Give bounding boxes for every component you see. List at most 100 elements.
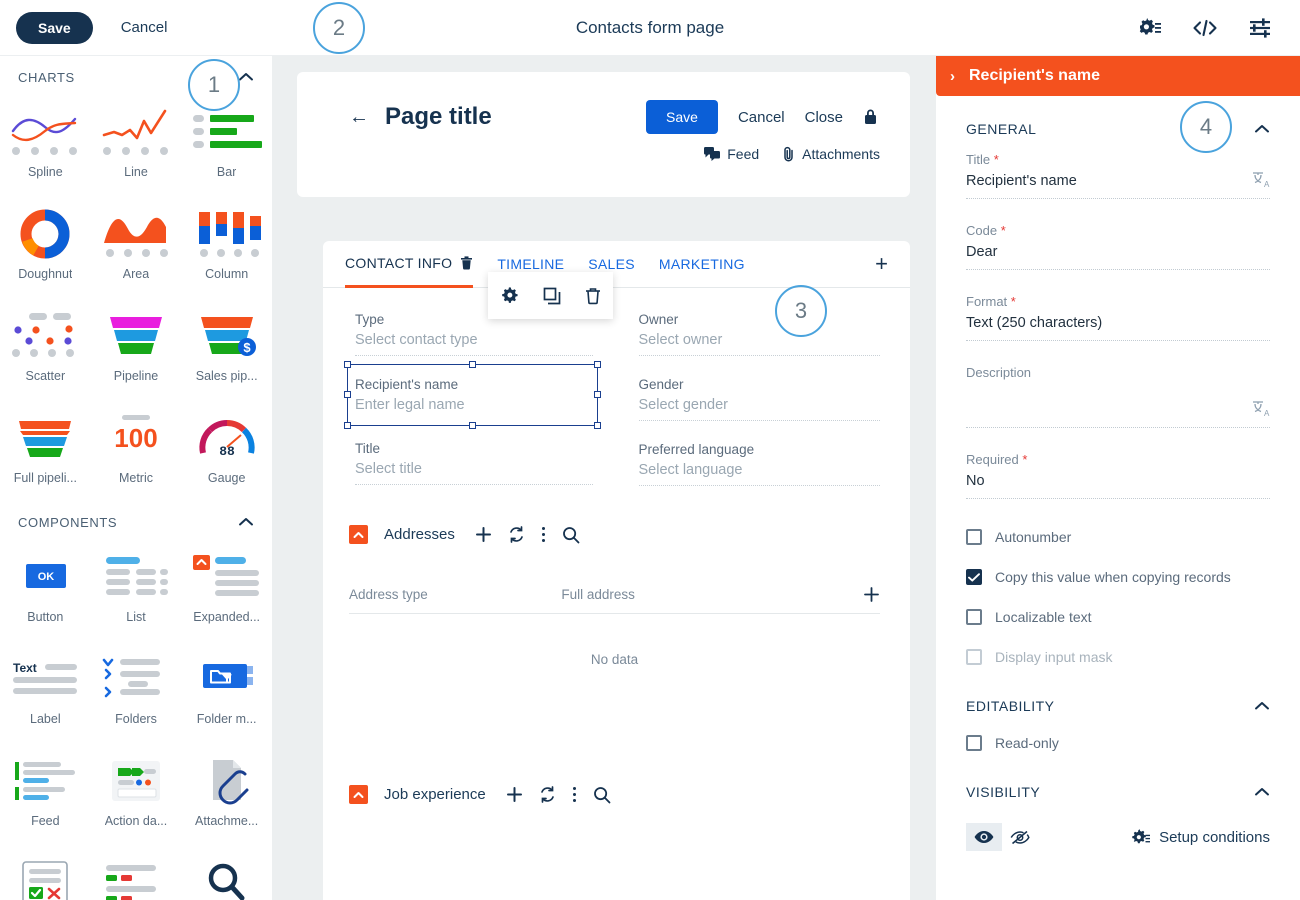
resize-handle-ne[interactable] xyxy=(594,361,601,368)
chart-item-bar[interactable]: Bar xyxy=(181,95,272,191)
addresses-collapse-toggle[interactable] xyxy=(349,525,368,544)
refresh-icon[interactable] xyxy=(539,786,556,803)
component-item-label[interactable]: Text Label xyxy=(0,642,91,738)
chart-item-full-pipeline[interactable]: Full pipeli... xyxy=(0,401,91,497)
field-settings-icon[interactable] xyxy=(500,286,519,305)
component-item-approvals[interactable]: Approvals xyxy=(0,846,91,900)
detail-header: Job experience xyxy=(349,785,880,804)
resize-handle-e[interactable] xyxy=(594,391,601,398)
chart-item-spline[interactable]: Spline xyxy=(0,95,91,191)
eye-visible-icon[interactable] xyxy=(966,823,1002,851)
job-experience-collapse-toggle[interactable] xyxy=(349,785,368,804)
resize-handle-n[interactable] xyxy=(469,361,476,368)
component-item-button[interactable]: OK Button xyxy=(0,540,91,636)
field-preferred-language[interactable]: Preferred language Select language xyxy=(639,438,881,486)
search-icon[interactable] xyxy=(593,786,611,804)
search-icon[interactable] xyxy=(562,526,580,544)
checkbox-display-input-mask[interactable]: Display input mask xyxy=(966,649,1270,665)
top-bar: Save Cancel Contacts form page xyxy=(0,0,1300,56)
section-editability: EDITABILITY xyxy=(966,683,1270,729)
property-description[interactable]: Description A xyxy=(966,365,1270,428)
components-collapse-chevron-icon[interactable] xyxy=(238,516,254,530)
charts-collapse-chevron-icon[interactable] xyxy=(238,71,254,85)
tab-contact-info[interactable]: CONTACT INFO xyxy=(345,241,473,288)
save-button[interactable]: Save xyxy=(16,12,93,44)
add-icon[interactable] xyxy=(475,526,492,543)
property-title[interactable]: Title * Recipient's name A xyxy=(966,152,1270,199)
resize-handle-w[interactable] xyxy=(344,391,351,398)
cancel-button[interactable]: Cancel xyxy=(115,18,174,37)
eye-hidden-icon[interactable] xyxy=(1002,823,1038,851)
translate-icon[interactable]: A xyxy=(1252,171,1270,193)
chart-item-metric[interactable]: 100 Metric xyxy=(91,401,182,497)
property-code[interactable]: Code * Dear xyxy=(966,223,1270,270)
component-item-folders[interactable]: Folders xyxy=(91,642,182,738)
component-item-folder-menu[interactable]: Folder m... xyxy=(181,642,272,738)
chart-item-gauge[interactable]: 88 Gauge xyxy=(181,401,272,497)
checkbox-localizable-text[interactable]: Localizable text xyxy=(966,609,1270,625)
page-title: Contacts form page xyxy=(0,18,1300,38)
resize-handle-s[interactable] xyxy=(469,422,476,429)
general-collapse-chevron-icon[interactable] xyxy=(1254,122,1270,137)
tab-marketing[interactable]: MARKETING xyxy=(659,241,745,288)
component-item-list[interactable]: List xyxy=(91,540,182,636)
resize-handle-se[interactable] xyxy=(594,422,601,429)
tab-delete-icon[interactable] xyxy=(460,255,473,270)
full-pipeline-chart-icon xyxy=(3,407,87,469)
resize-handle-sw[interactable] xyxy=(344,422,351,429)
editability-collapse-chevron-icon[interactable] xyxy=(1254,699,1270,714)
more-vertical-icon[interactable] xyxy=(572,786,577,803)
back-arrow-icon[interactable]: ← xyxy=(349,107,369,127)
property-format[interactable]: Format * Text (250 characters) xyxy=(966,294,1270,341)
component-item-attachments[interactable]: Attachme... xyxy=(181,744,272,840)
code-brackets-icon[interactable] xyxy=(1192,16,1218,40)
collapse-panel-chevron-icon[interactable]: › xyxy=(950,68,955,85)
form-close-button[interactable]: Close xyxy=(805,109,843,126)
field-gender[interactable]: Gender Select gender xyxy=(639,373,881,421)
resize-handle-nw[interactable] xyxy=(344,361,351,368)
field-copy-icon[interactable] xyxy=(543,287,561,305)
chart-item-scatter[interactable]: Scatter xyxy=(0,299,91,395)
form-save-button[interactable]: Save xyxy=(646,100,718,134)
chart-item-pipeline[interactable]: Pipeline xyxy=(91,299,182,395)
translate-icon[interactable]: A xyxy=(1252,400,1270,422)
chart-label: Area xyxy=(123,267,149,281)
field-owner[interactable]: Owner Select owner xyxy=(639,308,881,356)
field-recipients-name[interactable]: Recipient's name Enter legal name xyxy=(355,373,593,420)
checkbox-box[interactable] xyxy=(966,569,982,585)
attachments-button[interactable]: Attachments xyxy=(783,146,880,162)
checkbox-copy-value[interactable]: Copy this value when copying records xyxy=(966,569,1270,585)
checkbox-box[interactable] xyxy=(966,609,982,625)
settings-gear-icon[interactable] xyxy=(1138,16,1162,40)
component-item-approvals-list[interactable]: Approvals... xyxy=(91,846,182,900)
component-item-action-dashboard[interactable]: Action da... xyxy=(91,744,182,840)
setup-conditions-button[interactable]: Setup conditions xyxy=(1132,828,1270,846)
field-delete-icon[interactable] xyxy=(585,287,601,305)
chart-label: Doughnut xyxy=(18,267,72,281)
add-row-icon[interactable] xyxy=(863,586,880,603)
property-required[interactable]: Required * No xyxy=(966,452,1270,499)
checkbox-autonumber[interactable]: Autonumber xyxy=(966,529,1270,545)
sliders-icon[interactable] xyxy=(1248,16,1272,40)
chart-item-column[interactable]: Column xyxy=(181,197,272,293)
component-item-expanded-list[interactable]: Expanded... xyxy=(181,540,272,636)
form-cancel-button[interactable]: Cancel xyxy=(738,109,785,126)
lock-icon[interactable] xyxy=(863,108,878,126)
chart-item-line[interactable]: Line xyxy=(91,95,182,191)
chart-item-sales-pipeline[interactable]: $ Sales pip... xyxy=(181,299,272,395)
checkbox-box[interactable] xyxy=(966,735,982,751)
component-item-feed[interactable]: Feed xyxy=(0,744,91,840)
refresh-icon[interactable] xyxy=(508,526,525,543)
checkbox-box[interactable] xyxy=(966,529,982,545)
visibility-collapse-chevron-icon[interactable] xyxy=(1254,785,1270,800)
add-icon[interactable] xyxy=(506,786,523,803)
chart-item-area[interactable]: Area xyxy=(91,197,182,293)
add-tab-icon[interactable]: + xyxy=(875,251,888,277)
component-item-search[interactable]: Search xyxy=(181,846,272,900)
chart-item-doughnut[interactable]: Doughnut xyxy=(0,197,91,293)
page-header-card: ← Page title Save Cancel Close xyxy=(297,72,910,197)
more-vertical-icon[interactable] xyxy=(541,526,546,543)
feed-button[interactable]: Feed xyxy=(704,146,759,162)
field-title[interactable]: Title Select title xyxy=(355,437,593,485)
checkbox-read-only[interactable]: Read-only xyxy=(966,735,1270,751)
